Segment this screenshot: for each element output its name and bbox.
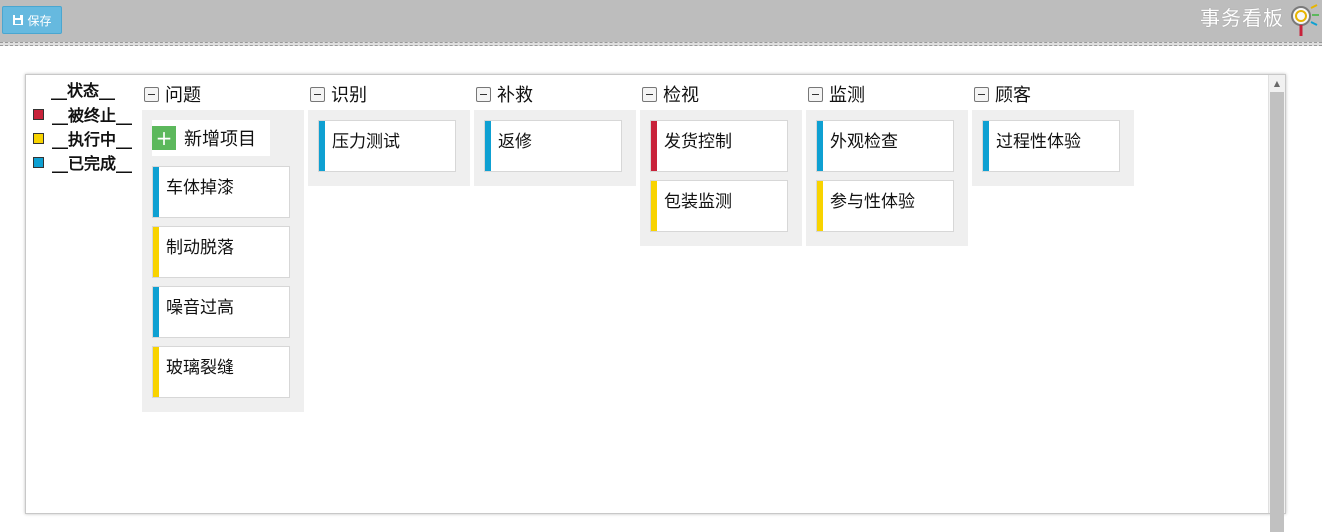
status-legend: __状态__ __被终止__ __执行中__ __已完成__: [33, 80, 132, 174]
add-item-label: 新增项目: [184, 129, 256, 150]
status-bar: [983, 121, 989, 171]
card-label: 返修: [498, 132, 532, 152]
card-label: 包装监测: [664, 192, 732, 212]
card-label: 压力测试: [332, 132, 400, 152]
kanban-card[interactable]: 制动脱落: [152, 226, 290, 278]
legend-item-in-progress: __执行中__: [33, 126, 132, 150]
collapse-icon[interactable]: [642, 86, 657, 102]
column-remedy: 补救 返修: [474, 82, 636, 186]
column-title: 补救: [497, 85, 533, 106]
app-title: 事务看板: [1200, 6, 1284, 30]
card-label: 车体掉漆: [166, 178, 234, 198]
top-toolbar: 保存 事务看板: [0, 0, 1322, 42]
legend-item-done: __已完成__: [33, 150, 132, 174]
status-bar: [817, 121, 823, 171]
column-header: 识别: [308, 82, 470, 106]
status-bar: [485, 121, 491, 171]
scroll-thumb[interactable]: [1270, 92, 1284, 532]
collapse-icon[interactable]: [310, 86, 325, 102]
column-header: 顾客: [972, 82, 1134, 106]
status-bar: [651, 121, 657, 171]
scroll-up-arrow-icon[interactable]: ▲: [1269, 75, 1285, 91]
legend-swatch: [33, 156, 44, 168]
column-body: 压力测试: [308, 110, 470, 186]
status-bar: [319, 121, 325, 171]
column-body: 返修: [474, 110, 636, 186]
column-customer: 顾客 过程性体验: [972, 82, 1134, 186]
save-button[interactable]: 保存: [2, 6, 62, 34]
status-bar: [817, 181, 823, 231]
legend-label: __被终止__: [52, 106, 133, 125]
kanban-card[interactable]: 噪音过高: [152, 286, 290, 338]
kanban-card[interactable]: 车体掉漆: [152, 166, 290, 218]
kanban-card[interactable]: 发货控制: [650, 120, 788, 172]
column-title: 识别: [331, 85, 367, 106]
column-body: 发货控制 包装监测: [640, 110, 802, 246]
kanban-card[interactable]: 玻璃裂缝: [152, 346, 290, 398]
column-monitor: 监测 外观检查 参与性体验: [806, 82, 968, 246]
kanban-card[interactable]: 外观检查: [816, 120, 954, 172]
card-label: 参与性体验: [830, 192, 915, 212]
column-title: 顾客: [995, 85, 1031, 106]
legend-title: __状态__: [51, 81, 116, 100]
column-body: 过程性体验: [972, 110, 1134, 186]
column-header: 监测: [806, 82, 968, 106]
column-title: 问题: [165, 85, 201, 106]
kanban-card[interactable]: 压力测试: [318, 120, 456, 172]
column-identify: 识别 压力测试: [308, 82, 470, 186]
column-body: + 新增项目 车体掉漆 制动脱落 噪音过高 玻璃裂缝: [142, 110, 304, 412]
collapse-icon[interactable]: [476, 86, 491, 102]
kanban-card[interactable]: 参与性体验: [816, 180, 954, 232]
save-icon: [13, 15, 24, 25]
kanban-card[interactable]: 返修: [484, 120, 622, 172]
card-label: 噪音过高: [166, 298, 234, 318]
card-label: 过程性体验: [996, 132, 1081, 152]
magnifier-bulb-icon: [1291, 4, 1319, 36]
column-review: 检视 发货控制 包装监测: [640, 82, 802, 246]
column-problem: 问题 + 新增项目 车体掉漆 制动脱落 噪音过高 玻璃裂缝: [142, 82, 304, 412]
column-title: 检视: [663, 85, 699, 106]
legend-label: __已完成__: [52, 154, 133, 173]
kanban-card[interactable]: 过程性体验: [982, 120, 1120, 172]
collapse-icon[interactable]: [808, 86, 823, 102]
legend-swatch: [33, 132, 44, 144]
status-bar: [153, 287, 159, 337]
column-header: 问题: [142, 82, 304, 106]
card-label: 制动脱落: [166, 238, 234, 258]
card-label: 发货控制: [664, 132, 732, 152]
toolbar-divider: [0, 42, 1322, 46]
save-button-label: 保存: [27, 13, 52, 28]
column-title: 监测: [829, 85, 865, 106]
plus-icon: +: [152, 126, 176, 150]
card-label: 玻璃裂缝: [166, 358, 234, 378]
column-body: 外观检查 参与性体验: [806, 110, 968, 246]
legend-label: __执行中__: [52, 130, 133, 149]
vertical-scrollbar[interactable]: ▲: [1268, 75, 1285, 532]
legend-swatch: [33, 108, 44, 120]
legend-item-terminated: __被终止__: [33, 102, 132, 126]
status-bar: [153, 227, 159, 277]
column-header: 检视: [640, 82, 802, 106]
collapse-icon[interactable]: [974, 86, 989, 102]
kanban-card[interactable]: 包装监测: [650, 180, 788, 232]
column-header: 补救: [474, 82, 636, 106]
card-label: 外观检查: [830, 132, 898, 152]
collapse-icon[interactable]: [144, 86, 159, 102]
status-bar: [153, 347, 159, 397]
status-bar: [651, 181, 657, 231]
status-bar: [153, 167, 159, 217]
add-item-button[interactable]: + 新增项目: [152, 120, 270, 156]
